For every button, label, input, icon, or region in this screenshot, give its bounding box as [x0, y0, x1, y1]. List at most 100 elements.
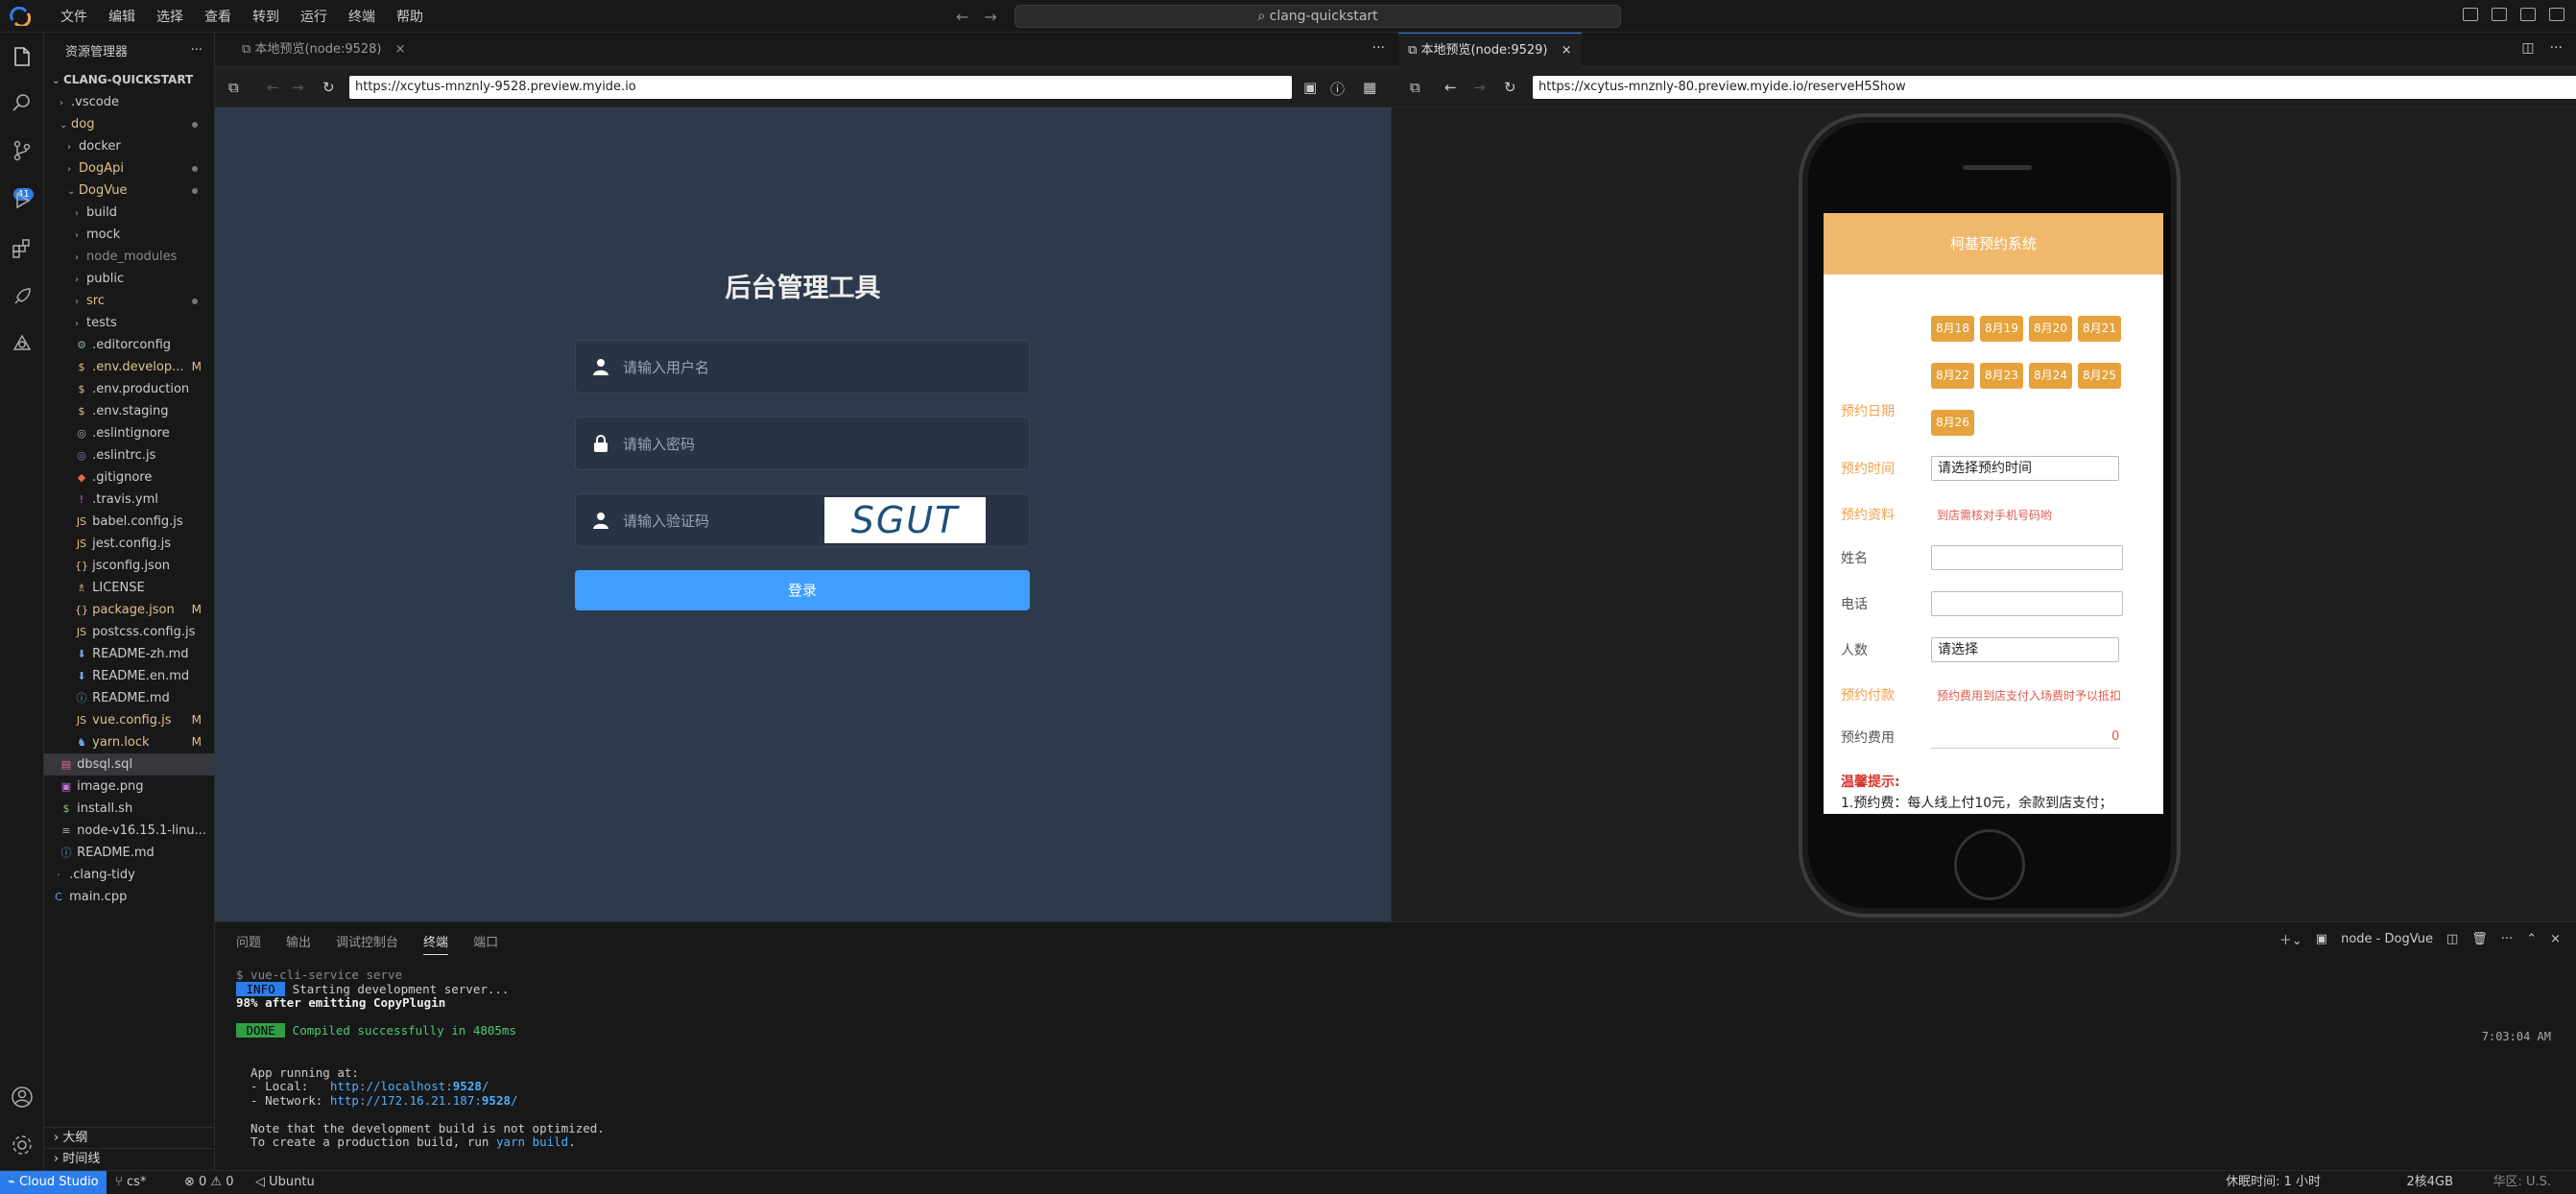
url-input[interactable]: https://xcytus-mnznly-9528.preview.myide… — [349, 76, 1292, 99]
tree-item[interactable]: ⬇ README.en.md — [44, 665, 215, 687]
tree-item[interactable]: {} jsconfig.json — [44, 555, 215, 577]
env-indicator[interactable]: ◁ Ubuntu — [255, 1171, 315, 1194]
tree-item[interactable]: ⬇ README-zh.md — [44, 643, 215, 665]
tree-item[interactable]: ◎ .eslintignore — [44, 422, 215, 444]
extensions-icon[interactable] — [10, 236, 35, 261]
tree-item[interactable]: › mock — [44, 224, 215, 246]
tab-problems[interactable]: 问题 — [236, 932, 261, 955]
problems-indicator[interactable]: ⊗ 0 ⚠ 0 — [184, 1171, 234, 1194]
network-port[interactable]: 9528 — [482, 1093, 511, 1108]
reload-icon[interactable]: ↻ — [1504, 79, 1516, 96]
tree-item[interactable]: JS vue.config.js M — [44, 709, 215, 731]
tab-output[interactable]: 输出 — [286, 932, 311, 955]
maximize-panel-icon[interactable]: ⌃ — [2526, 932, 2537, 946]
tree-item[interactable]: $ .env.develop... M — [44, 356, 215, 378]
tree-item[interactable]: ⌄ dog — [44, 113, 215, 135]
devtools-icon[interactable]: ▣ — [1303, 79, 1317, 96]
tree-item[interactable]: ⓘ README.md — [44, 842, 215, 864]
local-port[interactable]: 9528 — [453, 1079, 482, 1093]
menu-view[interactable]: 查看 — [194, 7, 242, 26]
help-icon[interactable]: ⓘ — [1330, 79, 1345, 99]
phone-input[interactable] — [1931, 591, 2123, 616]
machine-spec[interactable]: 2核4GB — [2406, 1171, 2453, 1194]
date-chip[interactable]: 8月20 — [2029, 316, 2072, 342]
menu-run[interactable]: 运行 — [290, 7, 338, 26]
tree-item[interactable]: JS babel.config.js — [44, 511, 215, 533]
login-button[interactable]: 登录 — [575, 570, 1030, 610]
tab-terminal[interactable]: 终端 — [423, 932, 449, 955]
tree-item[interactable]: › .vscode — [44, 91, 215, 113]
toggle-sidebar-icon[interactable] — [2463, 8, 2478, 21]
local-url[interactable]: http://localhost: — [330, 1079, 453, 1093]
date-chip[interactable]: 8月23 — [1980, 363, 2023, 389]
account-icon[interactable] — [10, 1085, 35, 1110]
name-input[interactable] — [1931, 545, 2123, 570]
trash-icon[interactable]: 🗑 — [2471, 932, 2488, 946]
terminal-output[interactable]: $ vue-cli-service serve INFO Starting de… — [236, 967, 605, 1150]
tree-item[interactable]: › node_modules — [44, 246, 215, 268]
terminal-name[interactable]: node - DogVue — [2341, 932, 2433, 946]
tab-ports[interactable]: 端口 — [473, 932, 498, 955]
remote-indicator[interactable]: ⌁ Cloud Studio — [0, 1171, 107, 1194]
sleep-time[interactable]: 休眠时间: 1 小时 — [2226, 1171, 2321, 1194]
region-indicator[interactable]: 华区: U.S. — [2493, 1171, 2551, 1194]
tree-item[interactable]: ⌄ DogVue — [44, 179, 215, 202]
tree-item[interactable]: › DogApi — [44, 157, 215, 179]
more-actions-icon[interactable]: ··· — [1372, 40, 1385, 56]
menu-go[interactable]: 转到 — [242, 7, 290, 26]
outline-section[interactable]: › 大纲 — [44, 1127, 215, 1148]
settings-gear-icon[interactable] — [10, 1133, 35, 1158]
menu-selection[interactable]: 选择 — [146, 7, 194, 26]
deploy-rocket-icon[interactable] — [10, 284, 35, 309]
tree-item[interactable]: › docker — [44, 135, 215, 157]
tab-debug-console[interactable]: 调试控制台 — [336, 932, 398, 955]
tree-item[interactable]: ♞ yarn.lock M — [44, 731, 215, 753]
explorer-icon[interactable] — [10, 44, 35, 69]
tree-item[interactable]: $ .env.staging — [44, 400, 215, 422]
open-external-icon[interactable]: ⧉ — [228, 79, 239, 96]
date-chip[interactable]: 8月26 — [1931, 410, 1974, 436]
tree-item[interactable]: ⓘ README.md — [44, 687, 215, 709]
tree-item[interactable]: ≡ node-v16.15.1-linu... — [44, 820, 215, 842]
count-select[interactable]: 请选择 — [1931, 637, 2119, 662]
back-icon[interactable]: ← — [267, 79, 279, 96]
branch-indicator[interactable]: ⑂ cs* — [115, 1171, 146, 1194]
username-field[interactable]: 请输入用户名 — [575, 340, 1030, 394]
tree-item[interactable]: C main.cpp — [44, 886, 215, 908]
customize-layout-icon[interactable] — [2549, 8, 2564, 21]
tree-item[interactable]: $ install.sh — [44, 798, 215, 820]
cloud-services-icon[interactable] — [10, 332, 35, 357]
more-actions-icon[interactable]: ··· — [2550, 40, 2563, 56]
menu-terminal[interactable]: 终端 — [338, 7, 386, 26]
command-center[interactable]: ⌕ clang-quickstart — [1014, 5, 1621, 28]
captcha-image[interactable]: SGUT — [824, 497, 986, 543]
tree-item[interactable]: JS jest.config.js — [44, 533, 215, 555]
tree-item-selected[interactable]: ▤ dbsql.sql — [44, 753, 215, 776]
date-chip[interactable]: 8月18 — [1931, 316, 1974, 342]
close-panel-icon[interactable]: × — [2550, 932, 2561, 946]
date-chip[interactable]: 8月19 — [1980, 316, 2023, 342]
qr-code-icon[interactable]: ▦ — [1363, 79, 1376, 96]
tree-item[interactable]: › public — [44, 268, 215, 290]
tree-item[interactable]: · .clang-tidy — [44, 864, 215, 886]
tree-item[interactable]: $ .env.production — [44, 378, 215, 400]
more-actions-icon[interactable]: ··· — [2501, 932, 2513, 946]
source-control-icon[interactable] — [10, 138, 35, 163]
tree-item[interactable]: › build — [44, 202, 215, 224]
tree-item[interactable]: › tests — [44, 312, 215, 334]
date-chip[interactable]: 8月21 — [2078, 316, 2121, 342]
run-debug-icon[interactable] — [10, 188, 35, 213]
split-terminal-icon[interactable]: ◫ — [2446, 932, 2458, 946]
menu-edit[interactable]: 编辑 — [98, 7, 146, 26]
more-actions-icon[interactable]: ··· — [191, 43, 203, 58]
forward-icon[interactable]: → — [292, 79, 304, 96]
tree-item[interactable]: ! .travis.yml — [44, 489, 215, 511]
tab-preview-9529[interactable]: ⧉ 本地预览(node:9529) × — [1398, 33, 1582, 67]
toggle-secondary-sidebar-icon[interactable] — [2520, 8, 2536, 21]
forward-arrow-icon[interactable]: → — [984, 8, 1012, 26]
tree-item[interactable]: ▣ image.png — [44, 776, 215, 798]
timeline-section[interactable]: › 时间线 — [44, 1148, 215, 1169]
tree-item[interactable]: ◎ .eslintrc.js — [44, 444, 215, 466]
date-chip[interactable]: 8月24 — [2029, 363, 2072, 389]
date-chip[interactable]: 8月25 — [2078, 363, 2121, 389]
